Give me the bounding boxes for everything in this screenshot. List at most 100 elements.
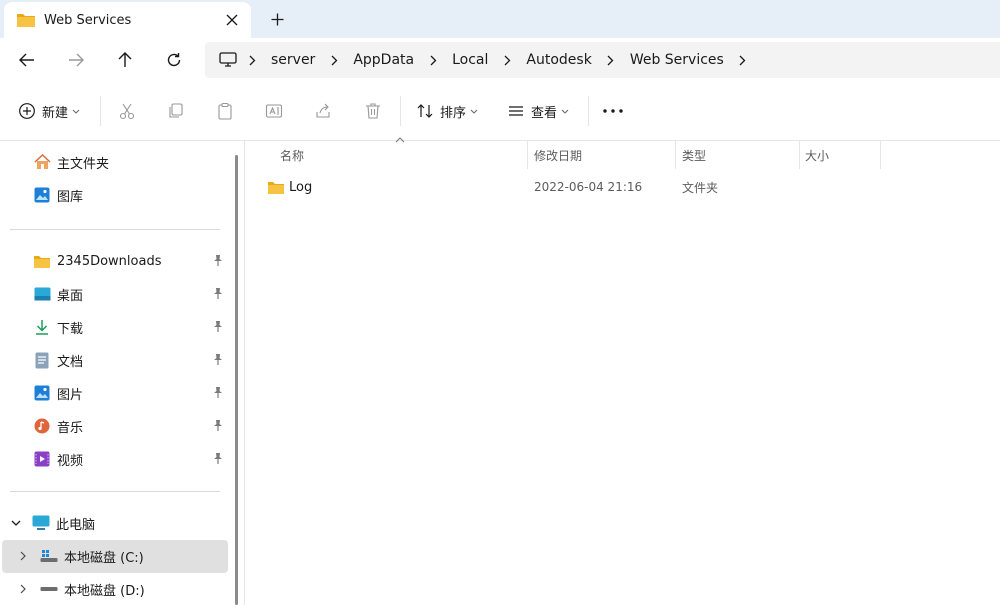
title-bar: Web Services xyxy=(0,0,1000,38)
sidebar-item-drive-c[interactable]: 本地磁盘 (C:) xyxy=(18,541,144,571)
chevron-right-icon[interactable] xyxy=(598,55,624,66)
cut-button[interactable] xyxy=(118,96,136,126)
file-type: 文件夹 xyxy=(682,180,719,195)
column-header-type[interactable]: 类型 xyxy=(682,141,797,169)
new-label: 新建 xyxy=(42,105,69,121)
pin-icon[interactable] xyxy=(213,386,223,402)
drive-d-icon xyxy=(40,580,58,598)
breadcrumb-server[interactable]: server xyxy=(265,52,321,68)
home-icon xyxy=(33,153,51,171)
pin-icon[interactable] xyxy=(213,254,223,270)
up-button[interactable] xyxy=(109,45,141,75)
sort-icon xyxy=(417,104,433,118)
pin-icon[interactable] xyxy=(213,452,223,468)
chevron-down-icon[interactable] xyxy=(10,514,22,532)
column-divider[interactable] xyxy=(675,141,676,169)
toolbar-divider xyxy=(400,96,401,126)
file-name: Log xyxy=(289,179,313,195)
video-icon xyxy=(33,450,51,468)
folder-icon xyxy=(33,252,51,270)
sidebar-item-label: 下载 xyxy=(57,321,84,337)
chevron-right-icon[interactable] xyxy=(18,547,28,565)
sidebar-item-downloads[interactable]: 下载 xyxy=(33,312,228,342)
copy-icon xyxy=(169,103,183,118)
chevron-right-icon[interactable] xyxy=(321,55,347,66)
sidebar-item-home[interactable]: 主文件夹 xyxy=(33,147,109,177)
tab-web-services[interactable]: Web Services xyxy=(4,2,251,38)
music-icon xyxy=(33,417,51,435)
address-bar[interactable]: server AppData Local Autodesk Web Servic… xyxy=(205,42,1000,78)
forward-button[interactable] xyxy=(60,45,92,75)
breadcrumb-web-services[interactable]: Web Services xyxy=(624,52,730,68)
sidebar-item-pictures[interactable]: 图片 xyxy=(33,378,228,408)
sidebar-item-videos[interactable]: 视频 xyxy=(33,444,228,474)
view-label: 查看 xyxy=(531,105,558,121)
sidebar-item-gallery[interactable]: 图库 xyxy=(33,180,83,210)
back-button[interactable] xyxy=(11,45,43,75)
computer-icon xyxy=(32,514,50,532)
column-header-size[interactable]: 大小 xyxy=(805,141,880,169)
sidebar-item-music[interactable]: 音乐 xyxy=(33,411,228,441)
drive-c-icon xyxy=(40,547,58,565)
sort-button[interactable]: 排序 xyxy=(416,96,478,126)
chevron-right-icon[interactable] xyxy=(420,55,446,66)
download-icon xyxy=(33,318,51,336)
arrow-left-icon xyxy=(19,53,34,67)
column-label: 大小 xyxy=(805,148,830,163)
close-tab-icon[interactable] xyxy=(217,5,247,35)
breadcrumb-local[interactable]: Local xyxy=(446,52,494,68)
rename-button[interactable] xyxy=(265,96,283,126)
file-list: 名称 修改日期 类型 大小 Log 2022-06-04 21:16 文件夹 xyxy=(245,137,1000,605)
refresh-button[interactable] xyxy=(158,45,190,75)
paste-button[interactable] xyxy=(216,96,234,126)
sidebar-item-label: 本地磁盘 (D:) xyxy=(64,583,145,599)
new-button[interactable]: 新建 xyxy=(18,96,80,126)
sidebar-item-this-pc[interactable]: 此电脑 xyxy=(10,508,95,538)
table-row[interactable]: Log 2022-06-04 21:16 文件夹 xyxy=(245,173,1000,201)
more-options-button[interactable] xyxy=(603,96,623,126)
new-tab-button[interactable] xyxy=(262,4,292,34)
sidebar-item-label: 此电脑 xyxy=(56,517,96,533)
chevron-down-icon xyxy=(72,109,80,114)
computer-icon xyxy=(217,49,239,71)
delete-button[interactable] xyxy=(364,96,382,126)
sidebar-item-label: 本地磁盘 (C:) xyxy=(64,550,144,566)
plus-circle-icon xyxy=(19,103,35,119)
chevron-right-icon[interactable] xyxy=(730,55,756,66)
copy-button[interactable] xyxy=(167,96,185,126)
view-button[interactable]: 查看 xyxy=(507,96,569,126)
arrow-right-icon xyxy=(69,53,84,67)
folder-icon xyxy=(267,180,285,195)
sidebar-item-label: 音乐 xyxy=(57,420,84,436)
breadcrumb-appdata[interactable]: AppData xyxy=(347,52,420,68)
gallery-icon xyxy=(33,186,51,204)
pin-icon[interactable] xyxy=(213,353,223,369)
trash-icon xyxy=(366,103,380,119)
column-divider[interactable] xyxy=(799,141,800,169)
chevron-right-icon[interactable] xyxy=(239,55,265,66)
share-button[interactable] xyxy=(314,96,332,126)
plus-icon xyxy=(271,13,283,25)
pin-icon[interactable] xyxy=(213,287,223,303)
column-divider[interactable] xyxy=(527,141,528,169)
sidebar-divider xyxy=(10,229,220,230)
navigation-bar: server AppData Local Autodesk Web Servic… xyxy=(0,38,1000,82)
column-header-name[interactable]: 名称 xyxy=(280,141,525,169)
sidebar-item-desktop[interactable]: 桌面 xyxy=(33,279,228,309)
sort-label: 排序 xyxy=(440,105,467,121)
desktop-icon xyxy=(33,285,51,303)
column-header-modified[interactable]: 修改日期 xyxy=(534,141,674,169)
refresh-icon xyxy=(167,53,181,67)
breadcrumb-autodesk[interactable]: Autodesk xyxy=(520,52,597,68)
chevron-right-icon[interactable] xyxy=(18,580,28,598)
sidebar-scrollbar[interactable] xyxy=(235,155,238,605)
sidebar-item-documents[interactable]: 文档 xyxy=(33,345,228,375)
tab-title: Web Services xyxy=(44,12,132,28)
column-divider[interactable] xyxy=(880,141,881,169)
sidebar-item-2345downloads[interactable]: 2345Downloads xyxy=(33,246,228,276)
sidebar-item-drive-d[interactable]: 本地磁盘 (D:) xyxy=(18,574,145,604)
pin-icon[interactable] xyxy=(213,320,223,336)
file-name-cell[interactable]: Log xyxy=(267,173,312,201)
pin-icon[interactable] xyxy=(213,419,223,435)
chevron-right-icon[interactable] xyxy=(494,55,520,66)
